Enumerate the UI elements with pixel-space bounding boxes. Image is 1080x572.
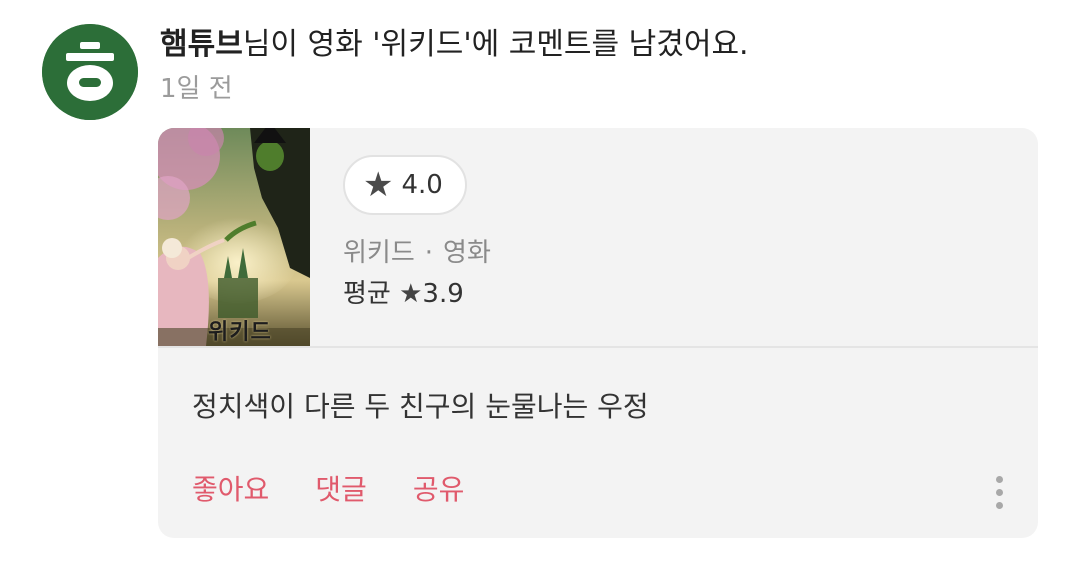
comment-card: 위키드 ★ 4.0 위키드 · 영화 평균 ★3.9 정치색이 다른 두 친구의 눈… xyxy=(158,128,1038,538)
card-divider xyxy=(158,346,1038,348)
share-button[interactable]: 공유 xyxy=(413,468,465,512)
movie-info-row[interactable]: 위키드 ★ 4.0 위키드 · 영화 평균 ★3.9 xyxy=(158,128,1038,346)
star-icon: ★ xyxy=(363,165,394,205)
movie-title: 위키드 xyxy=(343,238,415,268)
my-rating-value: 4.0 xyxy=(401,170,443,200)
average-label: 평균 xyxy=(343,279,391,309)
movie-category: 영화 xyxy=(443,238,491,268)
more-dot xyxy=(995,475,1003,483)
reply-button[interactable]: 댓글 xyxy=(315,468,367,512)
average-value: 3.9 xyxy=(422,279,464,309)
more-dot xyxy=(995,501,1003,509)
poster-title-text: 위키드 xyxy=(208,320,272,345)
user-name-link[interactable]: 햄튜브 xyxy=(160,27,243,62)
movie-meta: 위키드 · 영화 xyxy=(343,234,491,272)
average-star-icon: ★ xyxy=(399,279,423,309)
user-avatar[interactable] xyxy=(42,24,138,120)
hieut-letter-icon xyxy=(42,24,138,120)
activity-headline: 햄튜브님이 영화 '위키드'에 코멘트를 남겼어요. xyxy=(160,24,749,66)
activity-timestamp: 1일 전 xyxy=(160,74,233,104)
like-button[interactable]: 좋아요 xyxy=(192,468,269,512)
comment-text[interactable]: 정치색이 다른 두 친구의 눈물나는 우정 xyxy=(192,387,649,427)
meta-separator: · xyxy=(424,238,434,268)
activity-message: 님이 영화 '위키드'에 코멘트를 남겼어요. xyxy=(242,27,749,62)
movie-poster[interactable]: 위키드 xyxy=(158,128,310,346)
more-dot xyxy=(995,488,1003,496)
more-vertical-icon[interactable] xyxy=(984,468,1014,516)
comment-actions: 좋아요 댓글 공유 xyxy=(192,468,464,512)
activity-feed-item: 햄튜브님이 영화 '위키드'에 코멘트를 남겼어요. 1일 전 위키드 ★ 4.… xyxy=(0,0,1080,572)
average-rating: 평균 ★3.9 xyxy=(343,275,464,313)
my-rating-badge: ★ 4.0 xyxy=(343,155,467,215)
